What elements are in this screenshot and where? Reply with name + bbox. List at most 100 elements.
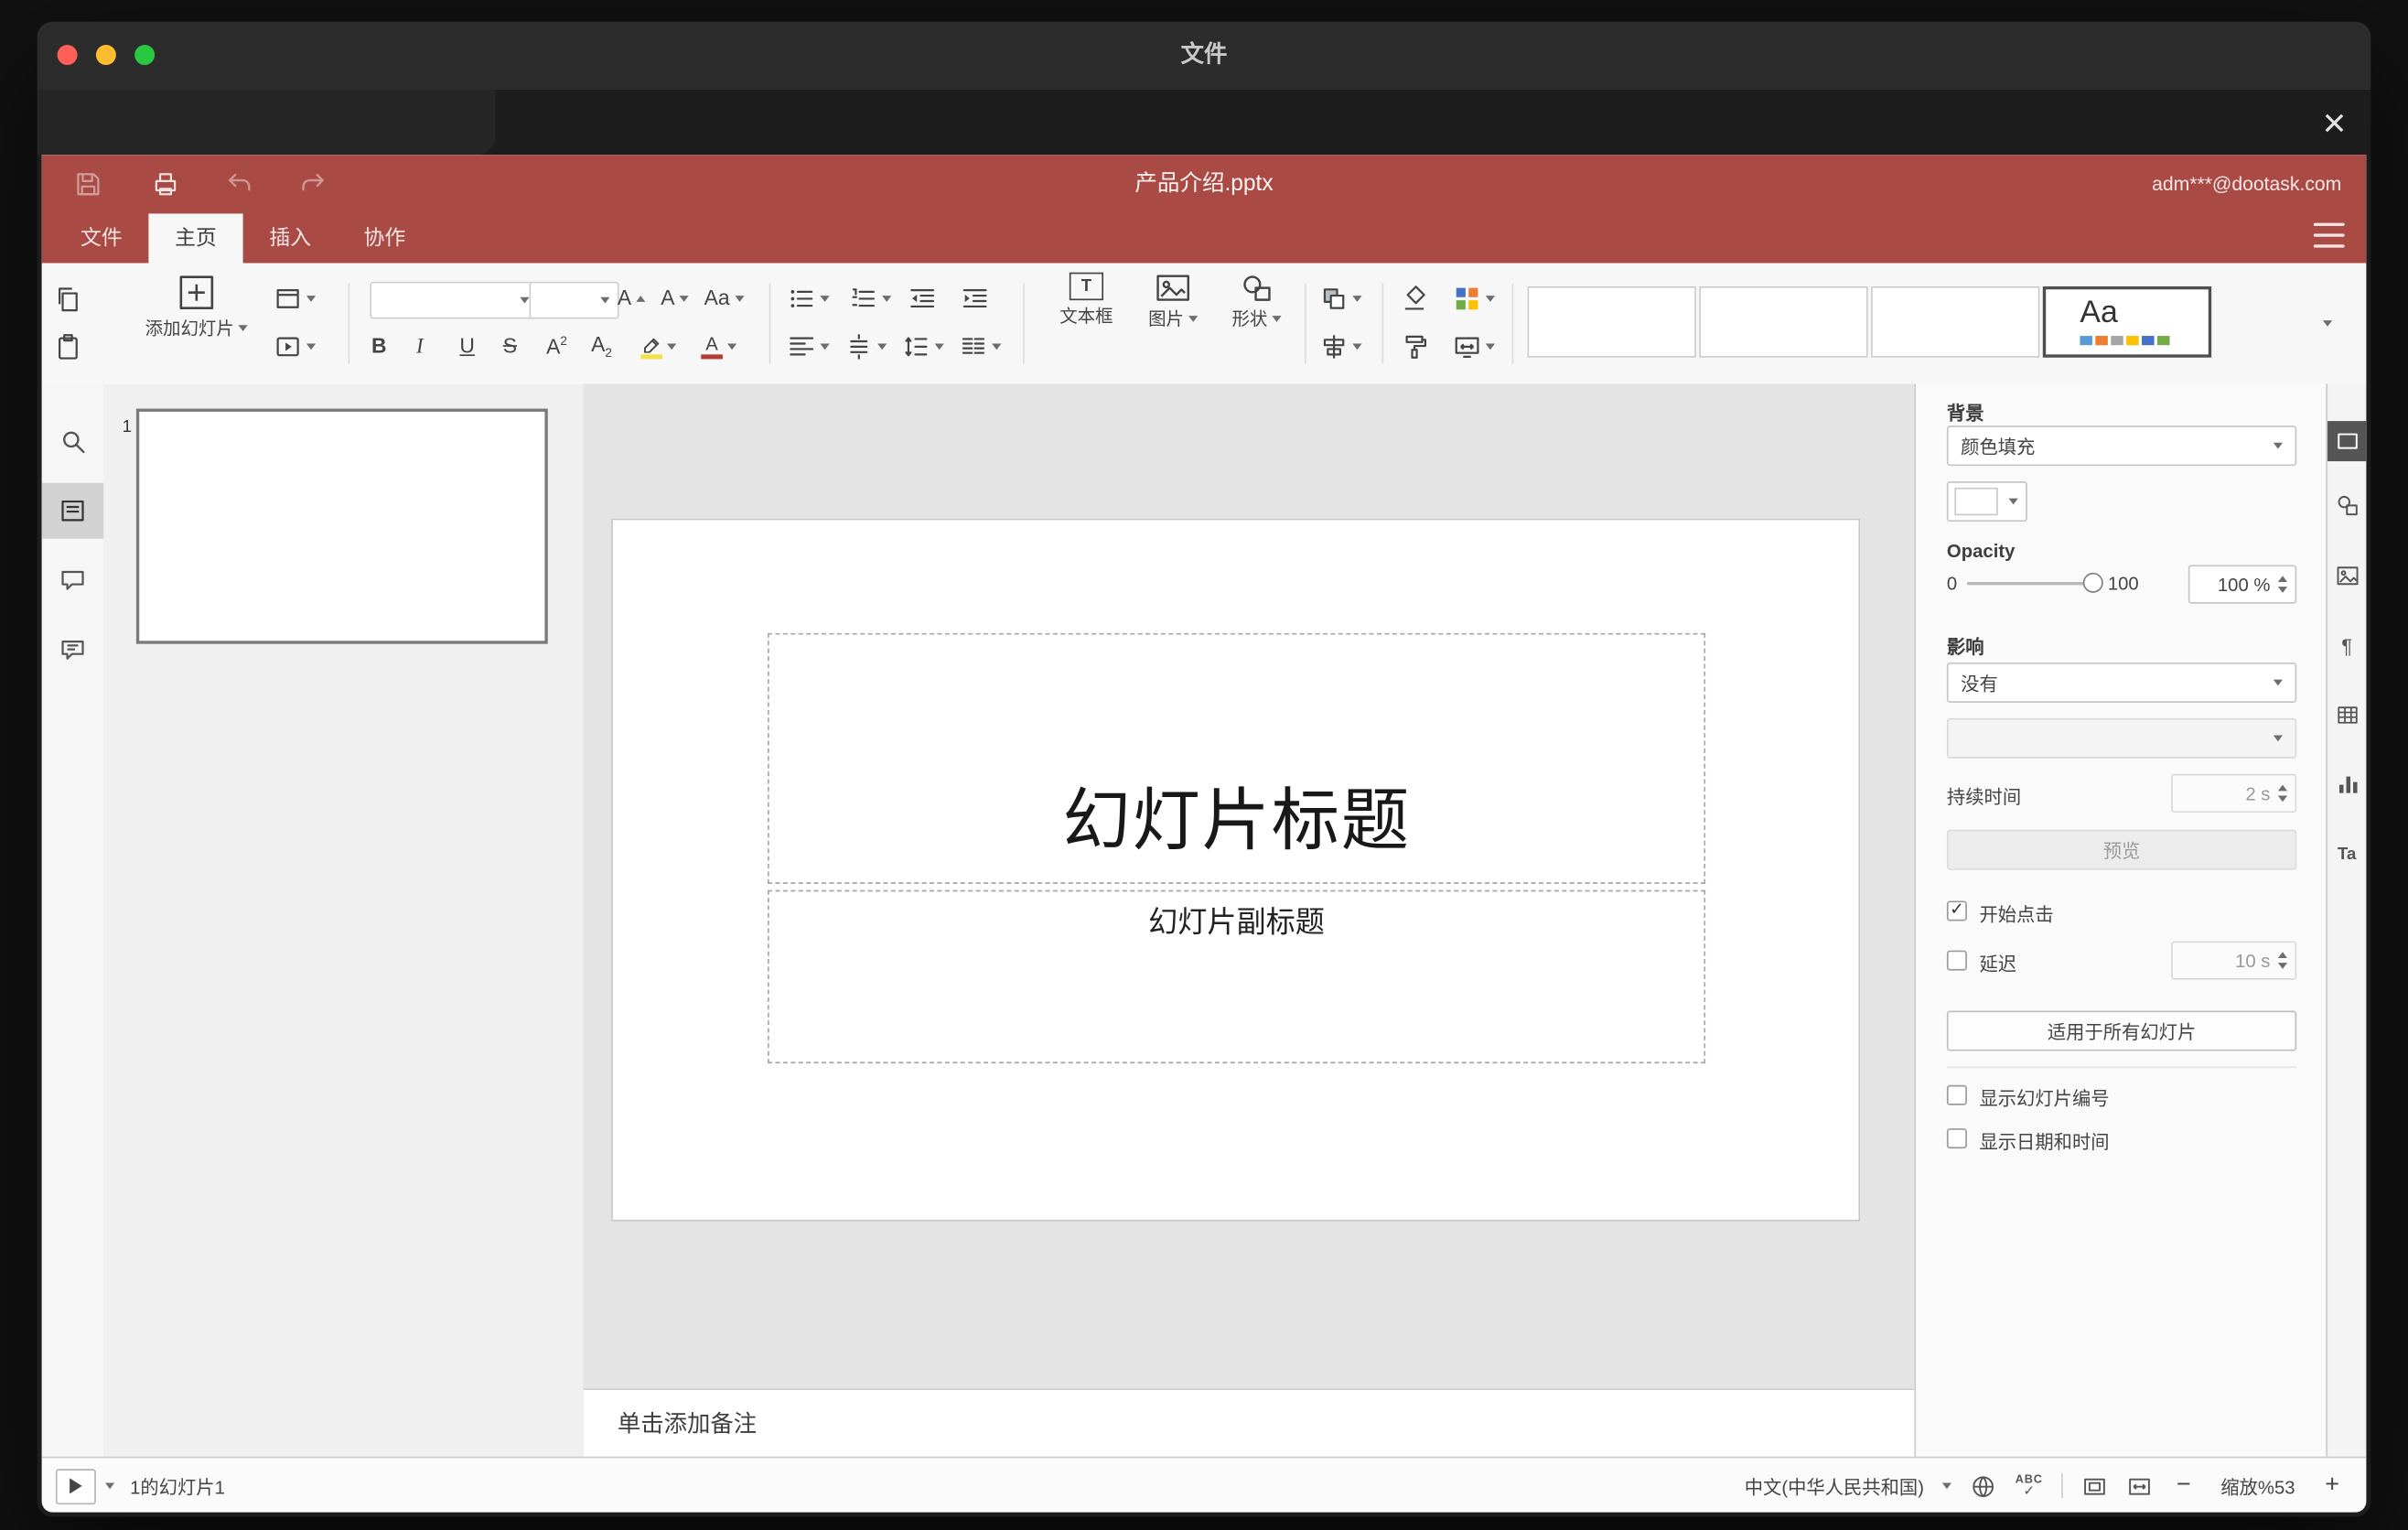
checkmark-icon: ✓ bbox=[1950, 900, 1964, 919]
font-color-button[interactable]: A bbox=[701, 329, 737, 363]
spellcheck-icon[interactable]: ABC ✓ bbox=[2016, 1474, 2043, 1498]
shape-settings-icon[interactable] bbox=[2327, 486, 2366, 526]
slide-thumbnail[interactable] bbox=[135, 408, 548, 644]
fit-to-width-icon[interactable] bbox=[2126, 1472, 2153, 1499]
fit-to-slide-icon[interactable] bbox=[2081, 1472, 2108, 1499]
search-icon[interactable] bbox=[42, 414, 104, 469]
add-slide-button[interactable]: 添加幻灯片 bbox=[125, 273, 268, 340]
fill-type-value: 颜色填充 bbox=[1961, 436, 2036, 458]
numbered-list-button[interactable] bbox=[850, 282, 892, 316]
language-selector[interactable]: 中文(中华人民共和国) bbox=[1745, 1472, 1924, 1499]
insert-image-button[interactable]: 图片 bbox=[1131, 273, 1214, 331]
underline-label: U bbox=[459, 334, 475, 359]
superscript-button[interactable]: A2 bbox=[546, 329, 567, 363]
theme-option-selected[interactable]: Aa bbox=[2042, 286, 2212, 358]
show-slide-number-checkbox[interactable] bbox=[1946, 1084, 1967, 1105]
apply-to-all-label: 适用于所有幻灯片 bbox=[2047, 1020, 2197, 1043]
redo-icon[interactable] bbox=[294, 166, 331, 203]
theme-option-3[interactable] bbox=[1871, 286, 2040, 358]
columns-button[interactable] bbox=[960, 329, 1002, 363]
theme-gallery-expand-button[interactable] bbox=[2322, 307, 2333, 340]
theme-option-2[interactable] bbox=[1699, 286, 1868, 358]
duration-spinner bbox=[2275, 775, 2291, 811]
clear-style-button[interactable] bbox=[1401, 282, 1428, 316]
slide-settings-icon[interactable] bbox=[2327, 421, 2367, 462]
notes-area[interactable]: 单击添加备注 bbox=[583, 1388, 1915, 1457]
strikethrough-label: S bbox=[502, 334, 517, 359]
preview-options-chevron-icon[interactable] bbox=[105, 1482, 115, 1490]
opacity-spinner[interactable] bbox=[2275, 566, 2291, 602]
increase-indent-button[interactable] bbox=[961, 282, 988, 316]
copy-button[interactable] bbox=[54, 282, 81, 316]
bold-button[interactable]: B bbox=[371, 329, 386, 363]
tab-file[interactable]: 文件 bbox=[54, 213, 148, 263]
textbox-icon: T bbox=[1069, 272, 1104, 301]
decrease-indent-button[interactable] bbox=[908, 282, 936, 316]
apply-to-all-slides-button[interactable]: 适用于所有幻灯片 bbox=[1946, 1010, 2297, 1051]
chat-icon[interactable] bbox=[42, 622, 104, 678]
slide[interactable]: 幻灯片标题 幻灯片副标题 bbox=[611, 518, 1861, 1222]
change-case-button[interactable]: Aa bbox=[704, 282, 744, 316]
paste-button[interactable] bbox=[54, 329, 81, 363]
slide-layout-button[interactable] bbox=[274, 282, 317, 316]
font-size-combo[interactable] bbox=[529, 281, 619, 319]
zoom-out-button[interactable]: − bbox=[2171, 1472, 2196, 1498]
slide-canvas[interactable]: 幻灯片标题 幻灯片副标题 bbox=[583, 383, 1915, 1389]
horizontal-align-button[interactable] bbox=[788, 329, 830, 363]
line-spacing-button[interactable] bbox=[902, 329, 944, 363]
underline-button[interactable]: U bbox=[459, 329, 474, 363]
increase-font-button[interactable]: A bbox=[618, 282, 646, 316]
highlight-color-button[interactable] bbox=[640, 329, 677, 363]
color-scheme-button[interactable] bbox=[1453, 282, 1496, 316]
right-icon-strip: ¶ Ta bbox=[2326, 383, 2367, 1457]
textart-settings-icon[interactable]: Ta bbox=[2327, 835, 2366, 875]
save-icon[interactable] bbox=[70, 166, 107, 203]
theme-preview-text: Aa bbox=[2080, 296, 2118, 330]
theme-option-1[interactable] bbox=[1527, 286, 1696, 358]
opacity-slider-track[interactable] bbox=[1966, 582, 2099, 586]
tab-home[interactable]: 主页 bbox=[148, 213, 243, 264]
set-language-icon[interactable] bbox=[1971, 1472, 1997, 1499]
image-settings-icon[interactable] bbox=[2327, 555, 2366, 596]
italic-button[interactable]: I bbox=[416, 329, 424, 363]
tab-insert[interactable]: 插入 bbox=[243, 213, 338, 263]
copy-style-button[interactable] bbox=[1401, 329, 1428, 363]
title-placeholder[interactable]: 幻灯片标题 bbox=[767, 632, 1706, 884]
delay-checkbox[interactable] bbox=[1946, 950, 1967, 971]
start-preview-button[interactable] bbox=[55, 1468, 96, 1504]
zoom-in-button[interactable]: + bbox=[2320, 1472, 2345, 1498]
language-chevron-icon[interactable] bbox=[1942, 1482, 1952, 1490]
toolbar-divider bbox=[769, 283, 771, 364]
subtitle-placeholder[interactable]: 幻灯片副标题 bbox=[767, 889, 1706, 1064]
strikethrough-button[interactable]: S bbox=[503, 329, 517, 363]
paragraph-settings-icon[interactable]: ¶ bbox=[2327, 625, 2366, 665]
subscript-button[interactable]: A2 bbox=[591, 329, 612, 363]
menu-icon[interactable] bbox=[2313, 222, 2345, 248]
presentation-editor: 产品介绍.pptx adm***@dootask.com 文件 主页 插入 协作 bbox=[41, 155, 2367, 1513]
fill-type-dropdown[interactable]: 颜色填充 bbox=[1946, 426, 2297, 467]
tab-collaboration[interactable]: 协作 bbox=[338, 213, 432, 263]
show-date-time-checkbox[interactable] bbox=[1946, 1128, 1967, 1149]
close-icon[interactable]: × bbox=[2323, 94, 2347, 150]
comments-icon[interactable] bbox=[42, 553, 104, 609]
decrease-font-button[interactable]: A bbox=[661, 282, 689, 316]
insert-textbox-button[interactable]: T 文本框 bbox=[1045, 272, 1128, 329]
start-slideshow-button[interactable] bbox=[274, 329, 317, 363]
undo-icon[interactable] bbox=[221, 166, 259, 203]
effect-dropdown[interactable]: 没有 bbox=[1946, 662, 2297, 703]
print-icon[interactable] bbox=[147, 166, 185, 203]
start-on-click-checkbox[interactable]: ✓ bbox=[1946, 900, 1967, 921]
font-name-combo[interactable] bbox=[370, 281, 539, 319]
table-settings-icon[interactable] bbox=[2327, 695, 2366, 735]
insert-shape-button[interactable]: 形状 bbox=[1215, 273, 1298, 331]
slide-size-button[interactable] bbox=[1453, 329, 1496, 363]
align-shapes-button[interactable] bbox=[1320, 329, 1362, 363]
opacity-slider-knob[interactable] bbox=[2082, 572, 2103, 593]
vertical-align-button[interactable] bbox=[845, 329, 887, 363]
slides-panel-icon[interactable] bbox=[41, 482, 104, 539]
fill-color-dropdown[interactable] bbox=[1946, 481, 2027, 523]
arrange-shapes-button[interactable] bbox=[1320, 282, 1362, 316]
opacity-input[interactable]: 100 % bbox=[2188, 565, 2297, 604]
chart-settings-icon[interactable] bbox=[2327, 765, 2366, 805]
bullet-list-button[interactable] bbox=[788, 282, 830, 316]
